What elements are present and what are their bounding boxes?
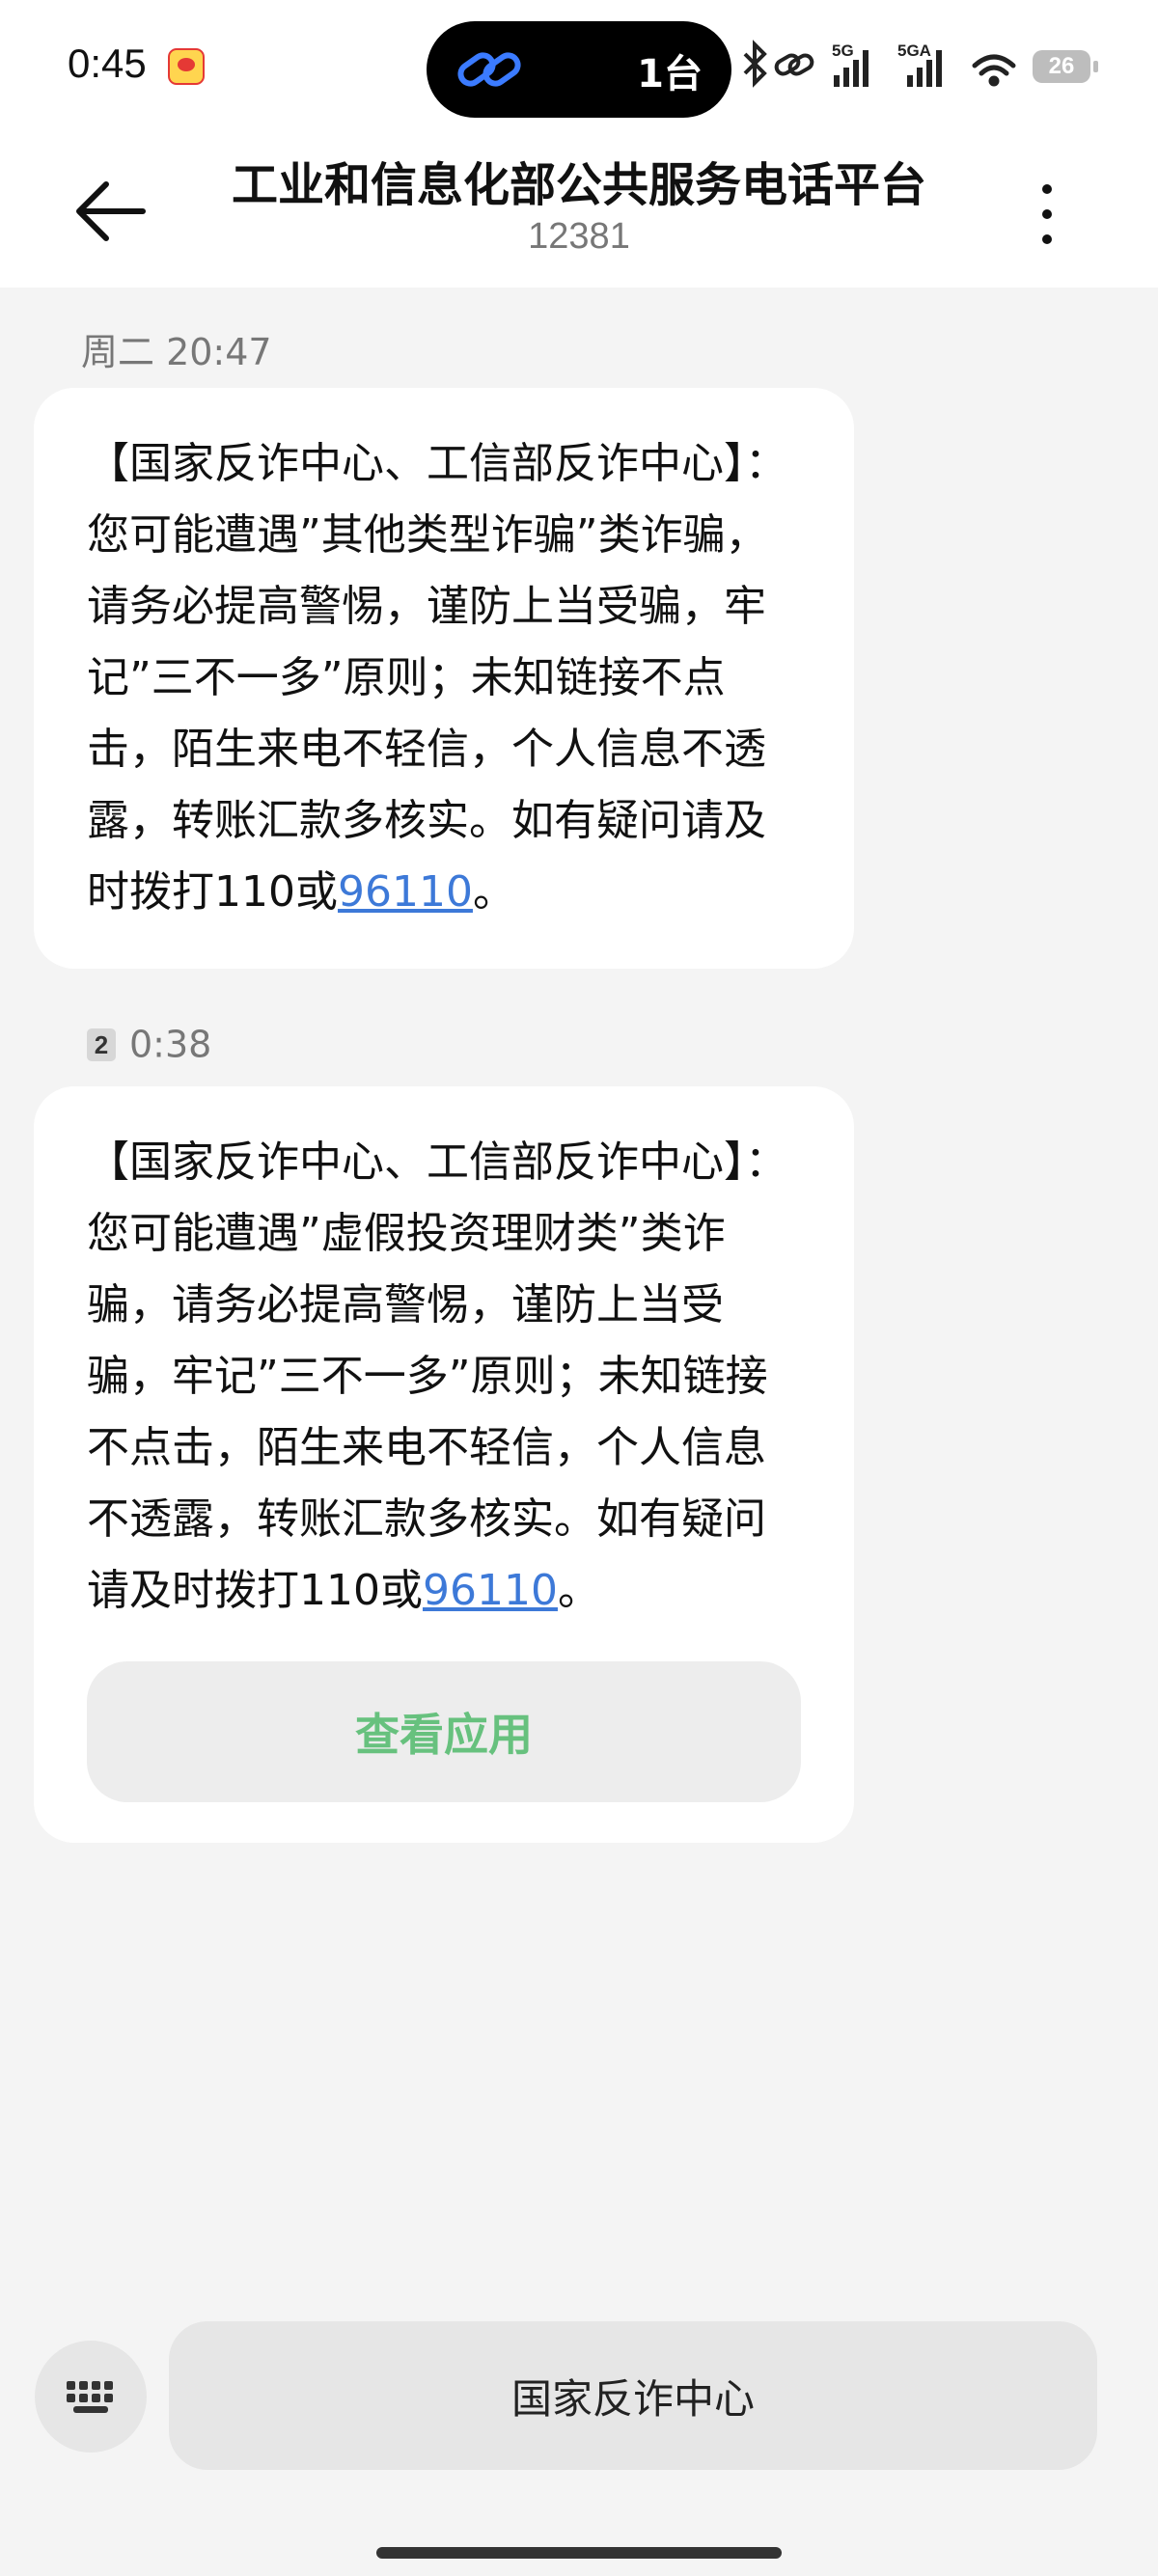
more-vertical-icon [1042,184,1052,244]
message-timestamp: 周二 20:47 [81,322,272,375]
sim-card-badge: 2 [87,1028,116,1061]
message-text: 【国家反诈中心、工信部反诈中心】：您可能遭遇”其他类型诈骗”类诈骗，请务必提高警… [87,428,801,928]
weibo-notification-icon [168,48,205,85]
message-body: 【国家反诈中心、工信部反诈中心】：您可能遭遇”虚假投资理财类”类诈骗，请务必提高… [87,1137,787,1615]
link-icon [457,52,521,87]
keyboard-icon [67,2381,113,2413]
network-5g-label: 5G [832,41,854,60]
message-bubble[interactable]: 【国家反诈中心、工信部反诈中心】：您可能遭遇”虚假投资理财类”类诈骗，请务必提高… [34,1086,854,1843]
network-5ga-label: 5GA [897,41,931,60]
phone-link[interactable]: 96110 [423,1566,558,1615]
message-timestamp: 2 0:38 [87,1021,211,1066]
phone-link[interactable]: 96110 [338,867,473,917]
message-input[interactable]: 国家反诈中心 [169,2321,1097,2470]
status-time: 0:45 [68,41,147,86]
message-text: 【国家反诈中心、工信部反诈中心】：您可能遭遇”虚假投资理财类”类诈骗，请务必提高… [87,1127,801,1627]
bluetooth-icon [743,40,767,88]
keyboard-toggle-button[interactable] [35,2341,147,2453]
message-tail: 。 [557,1566,600,1615]
wifi-icon [972,54,1016,87]
message-bubble[interactable]: 【国家反诈中心、工信部反诈中心】：您可能遭遇”其他类型诈骗”类诈骗，请务必提高警… [34,388,854,969]
input-bar: 国家反诈中心 [0,2306,1158,2499]
message-tail: 。 [472,867,515,917]
conversation-header: 工业和信息化部公共服务电话平台 12381 [0,135,1158,288]
battery-indicator: 26 [1033,50,1098,83]
status-bar: 0:45 1台 5G 5GA 26 [0,0,1158,135]
message-body: 【国家反诈中心、工信部反诈中心】：您可能遭遇”其他类型诈骗”类诈骗，请务必提高警… [87,439,787,917]
more-options-button[interactable] [1018,176,1076,253]
timestamp-text: 0:38 [129,1023,212,1066]
contact-number: 12381 [528,216,630,257]
dynamic-island[interactable]: 1台 [427,21,731,118]
home-indicator[interactable] [376,2547,782,2559]
island-device-count: 1台 [637,52,703,96]
timestamp-text: 周二 20:47 [81,331,272,373]
view-app-button[interactable]: 查看应用 [87,1661,801,1802]
link-status-icon [774,53,814,76]
contact-name: 工业和信息化部公共服务电话平台 [231,158,926,212]
